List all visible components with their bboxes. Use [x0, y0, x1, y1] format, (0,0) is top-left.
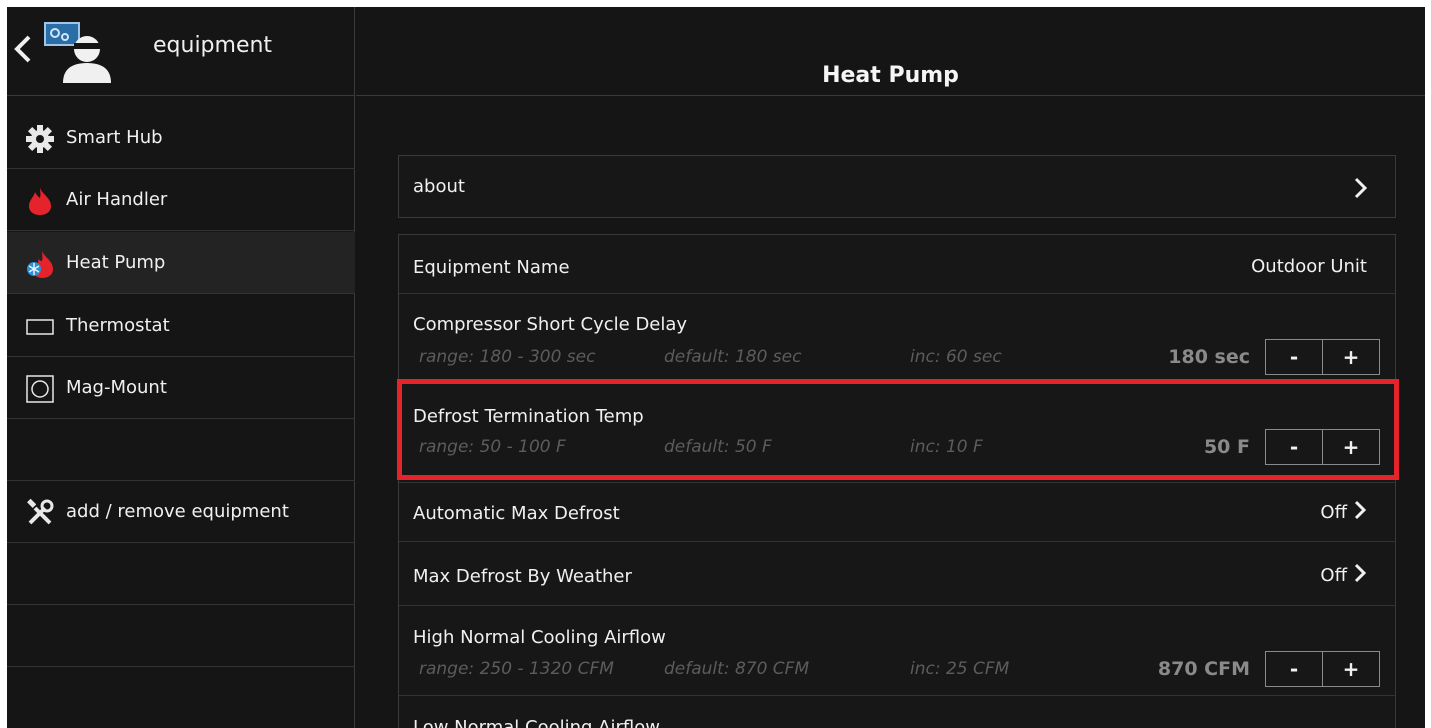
tools-icon: [25, 498, 55, 528]
add-remove-equipment-label: add / remove equipment: [66, 501, 289, 522]
setting-default: default: 180 sec: [664, 347, 802, 367]
setting-default: default: 870 CFM: [664, 659, 810, 679]
about-label: about: [413, 176, 465, 197]
sidebar-item-label: Thermostat: [66, 315, 170, 336]
increment-button[interactable]: +: [1322, 340, 1379, 374]
decrement-button[interactable]: -: [1266, 430, 1322, 464]
main-panel: Heat Pump about Equipment Name Outdoor U…: [356, 7, 1425, 728]
setting-label: Compressor Short Cycle Delay: [413, 314, 688, 335]
setting-range: range: 250 - 1320 CFM: [419, 659, 614, 679]
sidebar-item-mag-mount[interactable]: Mag-Mount: [7, 357, 355, 419]
page-title: Heat Pump: [822, 63, 959, 88]
chevron-right-icon: [1353, 499, 1367, 525]
sidebar: equipment Smart Hub Air Handler Heat Pum…: [7, 7, 355, 728]
sidebar-item-label: Mag-Mount: [66, 377, 167, 398]
setting-label: Equipment Name: [413, 257, 570, 278]
sidebar-item-thermostat[interactable]: Thermostat: [7, 295, 355, 357]
setting-label: High Normal Cooling Airflow: [413, 627, 666, 648]
equipment-user-icon: [43, 21, 113, 85]
setting-range: range: 50 - 100 F: [419, 437, 566, 457]
setting-high-normal-cooling-airflow: High Normal Cooling Airflow range: 250 -…: [399, 606, 1395, 696]
setting-automatic-max-defrost[interactable]: Automatic Max Defrost Off: [399, 483, 1395, 542]
sidebar-item-air-handler[interactable]: Air Handler: [7, 169, 355, 231]
sidebar-header: equipment: [7, 7, 355, 96]
setting-equipment-name[interactable]: Equipment Name Outdoor Unit: [399, 235, 1395, 294]
setting-increment: inc: 10 F: [910, 437, 983, 457]
setting-max-defrost-by-weather[interactable]: Max Defrost By Weather Off: [399, 542, 1395, 606]
increment-button[interactable]: +: [1322, 430, 1379, 464]
mag-mount-icon: [25, 374, 55, 404]
sidebar-item-smart-hub[interactable]: Smart Hub: [7, 107, 355, 169]
setting-label: Defrost Termination Temp: [413, 406, 644, 427]
decrement-button[interactable]: -: [1266, 340, 1322, 374]
settings-list: Equipment Name Outdoor Unit Compressor S…: [398, 234, 1396, 728]
sidebar-item-label: Air Handler: [66, 189, 168, 210]
chevron-right-icon: [1353, 176, 1369, 200]
setting-value: Off: [1320, 564, 1347, 586]
app-window: equipment Smart Hub Air Handler Heat Pum…: [7, 7, 1425, 728]
setting-increment: inc: 60 sec: [910, 347, 1002, 367]
setting-current-value: 180 sec: [1168, 346, 1250, 368]
sidebar-title: equipment: [153, 33, 273, 58]
main-header: Heat Pump: [356, 7, 1425, 96]
back-icon[interactable]: [11, 31, 35, 67]
setting-toggle[interactable]: Off: [1320, 499, 1367, 525]
sidebar-item-label: Smart Hub: [66, 127, 163, 148]
value-stepper: - +: [1265, 651, 1380, 687]
setting-defrost-termination-temp: Defrost Termination Temp range: 50 - 100…: [399, 384, 1395, 483]
setting-toggle[interactable]: Off: [1320, 562, 1367, 588]
decrement-button[interactable]: -: [1266, 652, 1322, 686]
setting-default: default: 50 F: [664, 437, 772, 457]
setting-current-value: 870 CFM: [1157, 658, 1250, 680]
value-stepper: - +: [1265, 429, 1380, 465]
setting-label: Low Normal Cooling Airflow: [413, 717, 660, 728]
setting-increment: inc: 25 CFM: [910, 659, 1010, 679]
value-stepper: - +: [1265, 339, 1380, 375]
sidebar-item-label: Heat Pump: [66, 252, 166, 273]
about-row[interactable]: about: [398, 155, 1396, 218]
setting-low-normal-cooling-airflow: Low Normal Cooling Airflow: [399, 696, 1395, 728]
thermostat-icon: [25, 312, 55, 342]
setting-value: Outdoor Unit: [1251, 256, 1367, 277]
sidebar-spacer: [7, 543, 355, 605]
flame-icon: [25, 186, 55, 216]
setting-current-value: 50 F: [1203, 436, 1250, 458]
sidebar-item-heat-pump[interactable]: Heat Pump: [7, 232, 355, 294]
increment-button[interactable]: +: [1322, 652, 1379, 686]
chevron-right-icon: [1353, 562, 1367, 588]
gear-icon: [25, 124, 55, 154]
setting-label: Automatic Max Defrost: [413, 503, 620, 524]
setting-range: range: 180 - 300 sec: [419, 347, 596, 367]
sidebar-spacer: [7, 419, 355, 481]
setting-value: Off: [1320, 501, 1347, 523]
setting-compressor-short-cycle-delay: Compressor Short Cycle Delay range: 180 …: [399, 294, 1395, 384]
add-remove-equipment-button[interactable]: add / remove equipment: [7, 481, 355, 543]
heat-pump-icon: [25, 249, 55, 279]
setting-label: Max Defrost By Weather: [413, 566, 632, 587]
sidebar-spacer: [7, 605, 355, 667]
